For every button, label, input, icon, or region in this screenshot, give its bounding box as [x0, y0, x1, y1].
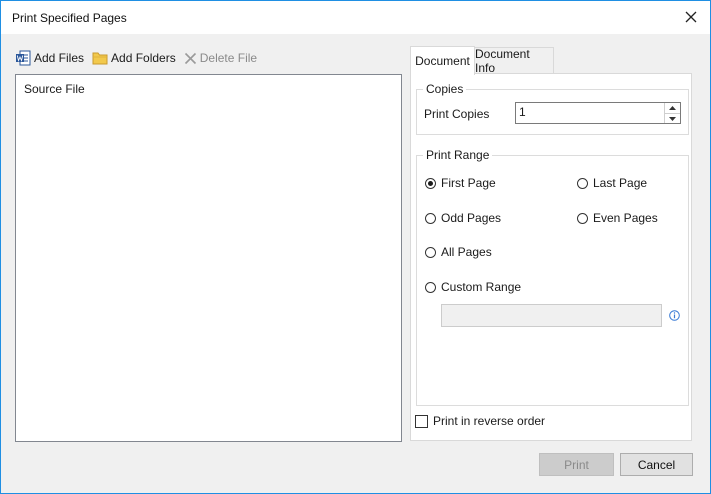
word-document-icon [16, 50, 31, 66]
window-title: Print Specified Pages [12, 11, 127, 25]
radio-first-page-indicator [425, 177, 436, 189]
stepper-buttons [664, 103, 680, 123]
print-button[interactable]: Print [539, 453, 614, 476]
print-copies-label: Print Copies [424, 107, 490, 121]
radio-last-page[interactable]: Last Page [577, 176, 647, 190]
print-copies-value: 1 [519, 105, 526, 119]
radio-odd-pages-label: Odd Pages [441, 211, 502, 225]
print-range-group: Print Range First Page Last Page Odd Pag… [416, 148, 689, 406]
arrow-down-icon [669, 116, 676, 121]
radio-all-pages[interactable]: All Pages [425, 245, 492, 259]
tab-document-label: Document [415, 54, 470, 68]
document-tab-panel: Copies Print Copies 1 Print Range First … [410, 73, 692, 441]
custom-range-input[interactable] [441, 304, 662, 327]
delete-file-button[interactable]: Delete File [184, 51, 257, 65]
radio-odd-pages-indicator [425, 212, 436, 224]
cancel-button[interactable]: Cancel [620, 453, 693, 476]
radio-last-page-label: Last Page [593, 176, 648, 190]
reverse-order-label: Print in reverse order [433, 414, 546, 428]
folder-icon [92, 52, 108, 65]
source-file-list[interactable]: Source File [15, 74, 402, 442]
radio-even-pages[interactable]: Even Pages [577, 211, 658, 225]
source-file-header: Source File [24, 82, 85, 96]
close-icon [685, 11, 697, 23]
radio-all-pages-label: All Pages [441, 245, 492, 259]
stepper-up-button[interactable] [665, 103, 680, 113]
radio-custom-range[interactable]: Custom Range [425, 280, 521, 294]
delete-x-icon [184, 52, 196, 64]
radio-custom-range-label: Custom Range [441, 280, 522, 294]
close-button[interactable] [678, 5, 704, 29]
tab-document-info-label: Document Info [475, 47, 530, 75]
stepper-down-button[interactable] [665, 113, 680, 123]
radio-custom-range-indicator [425, 281, 436, 293]
delete-file-label: Delete File [199, 51, 258, 65]
title-bar: Print Specified Pages [1, 1, 710, 34]
print-copies-stepper[interactable]: 1 [515, 102, 681, 124]
radio-first-page[interactable]: First Page [425, 176, 496, 190]
info-icon [669, 310, 680, 321]
radio-even-pages-label: Even Pages [593, 211, 658, 225]
radio-all-pages-indicator [425, 246, 436, 258]
copies-group-title: Copies [423, 82, 467, 96]
add-folders-button[interactable]: Add Folders [92, 51, 176, 65]
add-folders-label: Add Folders [111, 51, 176, 65]
add-files-button[interactable]: Add Files [15, 50, 84, 66]
radio-even-pages-indicator [577, 212, 588, 224]
copies-group: Copies Print Copies 1 [416, 82, 689, 135]
radio-odd-pages[interactable]: Odd Pages [425, 211, 501, 225]
tab-document[interactable]: Document [410, 46, 475, 75]
print-range-group-title: Print Range [423, 148, 493, 162]
info-button[interactable] [669, 310, 680, 324]
radio-first-page-label: First Page [441, 176, 496, 190]
toolbar: Add Files Add Folders Delete File [15, 48, 265, 68]
reverse-order-checkbox-box [415, 414, 428, 428]
add-files-label: Add Files [34, 51, 85, 65]
reverse-order-checkbox[interactable]: Print in reverse order [415, 414, 545, 428]
tab-document-info[interactable]: Document Info [474, 47, 554, 75]
radio-last-page-indicator [577, 177, 588, 189]
print-dialog-window: Print Specified Pages Add Files Add Fold… [0, 0, 711, 494]
arrow-up-icon [669, 106, 676, 110]
